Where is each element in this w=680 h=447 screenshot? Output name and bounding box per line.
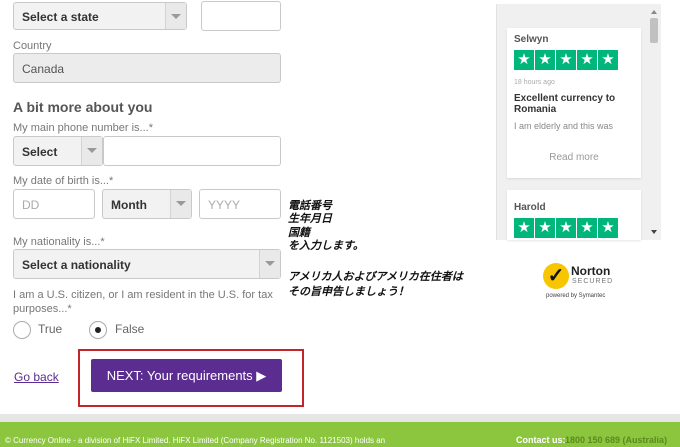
- radio-selected-dot: [95, 327, 101, 333]
- dob-month-select[interactable]: Month: [102, 189, 192, 219]
- rating-stars: ★ ★ ★ ★ ★: [514, 50, 619, 70]
- annotation-line3: 国籍: [288, 227, 310, 239]
- phone-code-value: Select: [22, 145, 58, 159]
- dob-day-placeholder: DD: [22, 198, 40, 212]
- norton-secured-badge: ✓ Norton SECURED powered by Symantec: [540, 262, 622, 304]
- annotation-line6: その旨申告しましょう！: [288, 286, 409, 298]
- star-icon: ★: [556, 50, 576, 70]
- dob-year-input[interactable]: YYYY: [199, 189, 281, 219]
- phone-label: My main phone number is...*: [13, 122, 154, 134]
- footer-contact-phone[interactable]: 1800 150 689 (Australia): [565, 435, 667, 445]
- checkmark-icon: ✓: [543, 263, 569, 289]
- radio-true[interactable]: [13, 321, 31, 339]
- reviewer-name: Harold: [514, 202, 546, 213]
- footer-contact-label: Contact us:: [516, 435, 566, 445]
- next-button[interactable]: NEXT: Your requirements ▶: [91, 359, 282, 392]
- scroll-down-icon[interactable]: [651, 230, 657, 234]
- chevron-down-icon: [81, 137, 102, 165]
- review-title: Excellent currency to Romania: [514, 93, 616, 115]
- norton-brand: Norton: [571, 264, 611, 278]
- annotation-line1: 電話番号: [288, 200, 332, 212]
- phone-number-input[interactable]: [103, 136, 281, 166]
- nationality-select[interactable]: Select a nationality: [13, 249, 281, 279]
- phone-code-select[interactable]: Select: [13, 136, 103, 166]
- dob-month-value: Month: [111, 198, 147, 212]
- star-icon: ★: [535, 50, 555, 70]
- read-more-link[interactable]: Read more: [507, 152, 641, 163]
- review-time: 18 hours ago: [514, 79, 555, 86]
- country-field: Canada: [13, 53, 281, 83]
- review-card: Selwyn ★ ★ ★ ★ ★ 18 hours ago Excellent curr…: [507, 28, 641, 178]
- nationality-value: Select a nationality: [22, 258, 131, 272]
- us-question-line2: purposes...*: [13, 303, 72, 315]
- country-label: Country: [13, 40, 52, 52]
- footer-divider: [0, 414, 680, 422]
- star-icon: ★: [556, 218, 576, 238]
- review-snippet: I am elderly and this was: [514, 121, 614, 131]
- rating-stars: ★ ★ ★ ★ ★: [514, 218, 619, 238]
- chevron-down-icon: [259, 250, 280, 278]
- norton-powered: powered by Symantec: [546, 293, 606, 299]
- footer-bar: © Currency Online - a division of HiFX L…: [0, 422, 680, 447]
- annotation-line5: アメリカ人およびアメリカ在住者は: [288, 271, 463, 283]
- chevron-down-icon: [170, 190, 191, 218]
- review-card: Harold ★ ★ ★ ★ ★: [507, 190, 641, 240]
- reviews-scrollbar[interactable]: [648, 8, 660, 240]
- star-icon: ★: [514, 218, 534, 238]
- star-icon: ★: [598, 50, 618, 70]
- star-icon: ★: [535, 218, 555, 238]
- radio-true-label: True: [38, 322, 63, 336]
- state-extra-input[interactable]: [201, 1, 281, 31]
- reviewer-name: Selwyn: [514, 34, 549, 45]
- nationality-label: My nationality is...*: [13, 236, 105, 248]
- scroll-up-icon[interactable]: [651, 10, 657, 14]
- star-icon: ★: [577, 218, 597, 238]
- annotation-line4: を入力します。: [288, 240, 364, 252]
- go-back-link[interactable]: Go back: [14, 370, 59, 384]
- radio-false-label: False: [115, 322, 145, 336]
- state-select[interactable]: Select a state: [13, 2, 187, 30]
- state-select-value: Select a state: [22, 10, 99, 24]
- dob-year-placeholder: YYYY: [208, 198, 241, 212]
- section-title: A bit more about you: [13, 99, 153, 115]
- norton-secured: SECURED: [572, 278, 614, 285]
- annotation-line2: 生年月日: [288, 213, 332, 225]
- footer-legal-text: © Currency Online - a division of HiFX L…: [5, 436, 386, 445]
- star-icon: ★: [598, 218, 618, 238]
- scroll-thumb[interactable]: [650, 18, 658, 43]
- country-value: Canada: [22, 62, 65, 76]
- dob-day-input[interactable]: DD: [13, 189, 95, 219]
- radio-false[interactable]: [89, 321, 107, 339]
- chevron-down-icon: [165, 3, 186, 29]
- star-icon: ★: [514, 50, 534, 70]
- star-icon: ★: [577, 50, 597, 70]
- us-question-line1: I am a U.S. citizen, or I am resident in…: [13, 289, 273, 301]
- dob-label: My date of birth is...*: [13, 175, 114, 187]
